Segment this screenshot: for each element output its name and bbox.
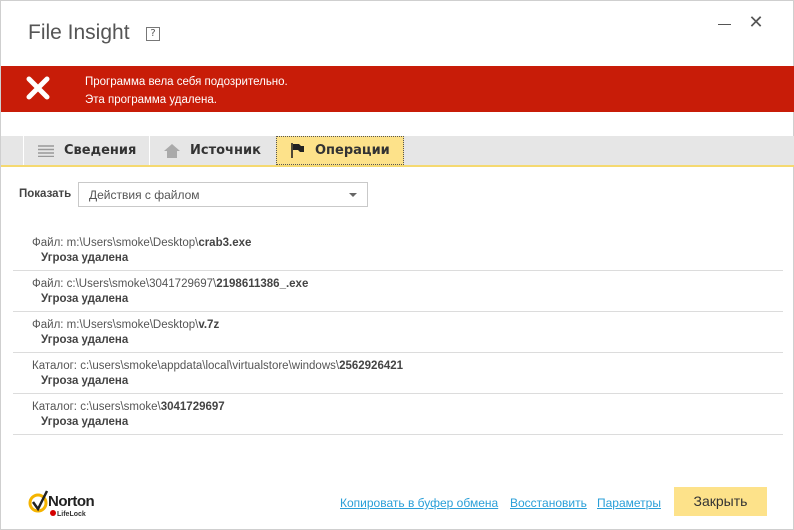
alert-line-2: Эта программа удалена.: [85, 94, 217, 106]
item-path: Файл: c:\Users\smoke\3041729697\: [32, 278, 217, 290]
filter-value: Действия с файлом: [89, 188, 200, 202]
chevron-down-icon: [349, 193, 357, 197]
list-item: Файл: c:\Users\smoke\3041729697\21986113…: [13, 271, 783, 312]
item-name: crab3.exe: [198, 237, 252, 249]
list-item: Каталог: c:\users\smoke\appdata\local\vi…: [13, 353, 783, 394]
item-status: Угроза удалена: [41, 293, 129, 305]
x-icon: [26, 76, 50, 100]
item-path: Каталог: c:\users\smoke\: [32, 401, 161, 413]
flag-icon: [291, 143, 304, 158]
item-name: 3041729697: [160, 401, 225, 413]
item-name: v.7z: [198, 319, 220, 331]
item-status: Угроза удалена: [41, 252, 129, 264]
alert-banner: Программа вела себя подозрительно. Эта п…: [1, 66, 794, 112]
item-path: Файл: m:\Users\smoke\Desktop\: [32, 237, 199, 249]
svg-text:Norton: Norton: [48, 493, 94, 510]
item-status: Угроза удалена: [41, 375, 129, 387]
item-status: Угроза удалена: [41, 334, 129, 346]
alert-line-1: Программа вела себя подозрительно.: [85, 76, 288, 88]
help-button[interactable]: ?: [146, 27, 160, 41]
minimize-button[interactable]: [717, 15, 733, 31]
filter-dropdown[interactable]: Действия с файлом: [78, 182, 368, 207]
settings-link[interactable]: Параметры: [597, 496, 661, 510]
close-button[interactable]: Закрыть: [674, 487, 767, 516]
list-item: Файл: m:\Users\smoke\Desktop\v.7z Угроза …: [13, 312, 783, 353]
item-path: Каталог: c:\users\smoke\appdata\local\vi…: [32, 360, 340, 372]
tab-bar: Сведения Источник Операции: [1, 136, 794, 167]
tab-label: Источник: [190, 143, 261, 158]
restore-link[interactable]: Восстановить: [510, 496, 587, 510]
tab-source[interactable]: Источник: [149, 136, 275, 165]
operations-list: Файл: m:\Users\smoke\Desktop\crab3.exe Уг…: [13, 230, 783, 435]
window-title: File Insight: [28, 21, 130, 44]
tab-operations[interactable]: Операции: [276, 136, 404, 165]
item-name: 2562926421: [339, 360, 404, 372]
tab-label: Сведения: [64, 143, 137, 158]
item-path: Файл: m:\Users\smoke\Desktop\: [32, 319, 199, 331]
list-icon: [38, 144, 54, 157]
home-icon: [164, 143, 180, 158]
list-item: Файл: m:\Users\smoke\Desktop\crab3.exe Уг…: [13, 230, 783, 271]
close-window-button[interactable]: ✕: [748, 14, 764, 32]
tab-details[interactable]: Сведения: [23, 136, 148, 165]
filter-label: Показать: [19, 188, 72, 200]
svg-text:LifeLock: LifeLock: [57, 511, 86, 518]
tab-label: Операции: [315, 143, 390, 158]
copy-to-clipboard-link[interactable]: Копировать в буфер обмена: [340, 496, 498, 510]
file-insight-window: File Insight ? ✕ Программа вела себя под…: [0, 0, 794, 530]
item-name: 2198611386_.exe: [216, 278, 309, 290]
list-item: Каталог: c:\users\smoke\3041729697 Угроза…: [13, 394, 783, 435]
item-status: Угроза удалена: [41, 416, 129, 428]
norton-logo: Norton LifeLock: [28, 490, 95, 518]
